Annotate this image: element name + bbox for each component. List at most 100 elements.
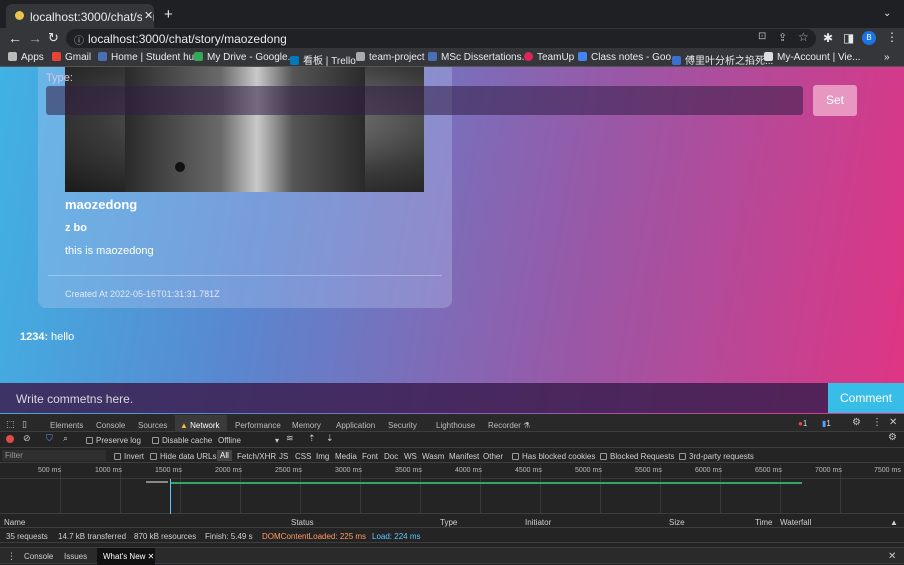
record-icon[interactable] <box>6 435 14 443</box>
column-initiator[interactable]: Initiator <box>525 518 551 527</box>
type-manifest[interactable]: Manifest <box>449 452 479 461</box>
comment-input[interactable]: Write commetns here. <box>0 383 828 413</box>
bookmark-trello[interactable]: 看板 | Trello <box>290 52 356 67</box>
network-settings-icon[interactable]: ⚙ <box>888 432 897 443</box>
column-status[interactable]: Status <box>291 518 314 527</box>
export-har-icon[interactable]: ⇣ <box>326 433 334 444</box>
filter-icon[interactable]: ⛉ <box>46 433 53 444</box>
bookmark-apps[interactable]: Apps <box>8 52 44 63</box>
bookmark-fourier[interactable]: 傅里叶分析之掐死... <box>672 52 773 67</box>
drawer-tab-whats-new[interactable]: What's New ✕ <box>97 548 155 565</box>
bookmark-msc[interactable]: MSc Dissertations... <box>428 52 530 63</box>
bookmark-star-icon[interactable]: ☆ <box>798 30 809 44</box>
type-doc[interactable]: Doc <box>384 452 398 461</box>
drawer-menu-icon[interactable]: ⋮ <box>7 551 16 562</box>
inspect-icon[interactable]: ⬚ <box>6 419 15 430</box>
bookmark-my-account[interactable]: My-Account | Vie... <box>764 52 861 63</box>
blocked-cookies-checkbox[interactable]: Has blocked cookies <box>512 452 595 461</box>
blocked-requests-checkbox[interactable]: Blocked Requests <box>600 452 674 461</box>
preserve-log-checkbox[interactable]: Preserve log <box>86 436 141 445</box>
site-info-icon[interactable]: ⓘ <box>74 32 84 47</box>
hide-data-urls-checkbox[interactable]: Hide data URLs <box>150 452 216 461</box>
profile-avatar[interactable]: B <box>862 31 876 45</box>
address-bar[interactable]: ⓘ localhost:3000/chat/story/maozedong ⊡ … <box>66 29 816 48</box>
tick-label: 3000 ms <box>335 467 362 474</box>
side-panel-icon[interactable]: ◨ <box>843 31 854 45</box>
search-icon[interactable]: ⌕ <box>63 433 68 444</box>
back-icon[interactable]: ← <box>8 30 22 46</box>
timeline-overview[interactable]: 500 ms 1000 ms 1500 ms 2000 ms 2500 ms 3… <box>0 463 904 514</box>
bookmark-student-hub[interactable]: Home | Student hub <box>98 52 200 63</box>
type-ws[interactable]: WS <box>404 452 417 461</box>
invert-checkbox[interactable]: Invert <box>114 452 144 461</box>
tab-performance[interactable]: Performance <box>235 421 281 430</box>
waterfall-request-bar <box>170 482 802 484</box>
column-size[interactable]: Size <box>669 518 685 527</box>
sort-up-icon[interactable]: ▲ <box>890 518 898 527</box>
column-name[interactable]: Name <box>4 518 25 527</box>
tab-security[interactable]: Security <box>388 421 417 430</box>
clear-icon[interactable]: ⊘ <box>23 433 31 444</box>
type-fetch-xhr[interactable]: Fetch/XHR <box>237 452 276 461</box>
account-icon <box>764 52 773 61</box>
devtools-menu-icon[interactable]: ⋮ <box>872 417 882 428</box>
filter-input[interactable]: Filter <box>2 450 106 461</box>
card-divider <box>48 275 442 276</box>
settings-gear-icon[interactable]: ⚙ <box>852 417 861 428</box>
tick-label: 4000 ms <box>455 467 482 474</box>
translate-icon[interactable]: ⊡ <box>758 31 766 42</box>
import-har-icon[interactable]: ⇡ <box>308 433 316 444</box>
type-css[interactable]: CSS <box>295 452 311 461</box>
tab-sources[interactable]: Sources <box>138 421 167 430</box>
column-time[interactable]: Time <box>755 518 772 527</box>
third-party-checkbox[interactable]: 3rd-party requests <box>679 452 754 461</box>
browser-menu-icon[interactable]: ⋮ <box>886 30 898 44</box>
comment-button[interactable]: Comment <box>828 383 904 413</box>
bookmark-team-project[interactable]: team-project <box>356 52 425 63</box>
type-input[interactable] <box>46 86 803 115</box>
tab-lighthouse[interactable]: Lighthouse <box>436 421 475 430</box>
tab-recorder[interactable]: Recorder ⚗ <box>488 421 530 430</box>
message-count-badge[interactable]: ▮1 <box>822 419 831 428</box>
bookmark-gmail[interactable]: Gmail <box>52 52 91 63</box>
type-other[interactable]: Other <box>483 452 503 461</box>
tab-console[interactable]: Console <box>96 421 125 430</box>
tick-label: 1000 ms <box>95 467 122 474</box>
column-type[interactable]: Type <box>440 518 457 527</box>
network-status-bar: 35 requests 14.7 kB transferred 870 kB r… <box>0 528 904 543</box>
share-icon[interactable]: ⇪ <box>778 31 787 44</box>
disable-cache-checkbox[interactable]: Disable cache <box>152 436 212 445</box>
device-toolbar-icon[interactable]: ▯ <box>22 419 27 430</box>
tab-memory[interactable]: Memory <box>292 421 321 430</box>
close-icon[interactable]: ✕ <box>148 552 155 561</box>
type-font[interactable]: Font <box>362 452 378 461</box>
type-wasm[interactable]: Wasm <box>422 452 444 461</box>
network-conditions-icon[interactable]: ≋ <box>286 433 294 444</box>
forward-icon[interactable]: → <box>28 30 42 46</box>
column-waterfall[interactable]: Waterfall <box>780 518 811 527</box>
type-media[interactable]: Media <box>335 452 357 461</box>
drawer-tab-issues[interactable]: Issues <box>64 552 87 561</box>
bookmark-drive[interactable]: My Drive - Google... <box>194 52 296 63</box>
bookmarks-overflow[interactable]: » <box>884 52 890 63</box>
tab-network[interactable]: ▲ Network <box>180 421 219 430</box>
bookmark-teamup[interactable]: TeamUp <box>524 52 574 63</box>
throttle-select[interactable]: Offline ▾ <box>218 436 279 445</box>
bookmark-class-notes[interactable]: Class notes - Goo... <box>578 52 679 63</box>
tab-application[interactable]: Application <box>336 421 375 430</box>
close-drawer-icon[interactable]: ✕ <box>888 551 896 562</box>
type-all[interactable]: All <box>217 450 232 461</box>
extensions-icon[interactable]: ✱ <box>823 31 833 45</box>
close-tab-icon[interactable]: ✕ <box>142 9 154 22</box>
type-img[interactable]: Img <box>316 452 329 461</box>
browser-tab[interactable]: localhost:3000/chat/story/mac ✕ <box>6 4 154 28</box>
new-tab-icon[interactable]: + <box>164 6 173 23</box>
drawer-tab-console[interactable]: Console <box>24 552 53 561</box>
error-count-badge[interactable]: ●1 <box>798 419 807 428</box>
type-js[interactable]: JS <box>279 452 288 461</box>
close-devtools-icon[interactable]: ✕ <box>889 417 897 428</box>
tab-search-icon[interactable]: ⌄ <box>883 8 891 19</box>
set-button[interactable]: Set <box>813 85 857 116</box>
tab-elements[interactable]: Elements <box>50 421 83 430</box>
reload-icon[interactable]: ↻ <box>48 30 59 46</box>
